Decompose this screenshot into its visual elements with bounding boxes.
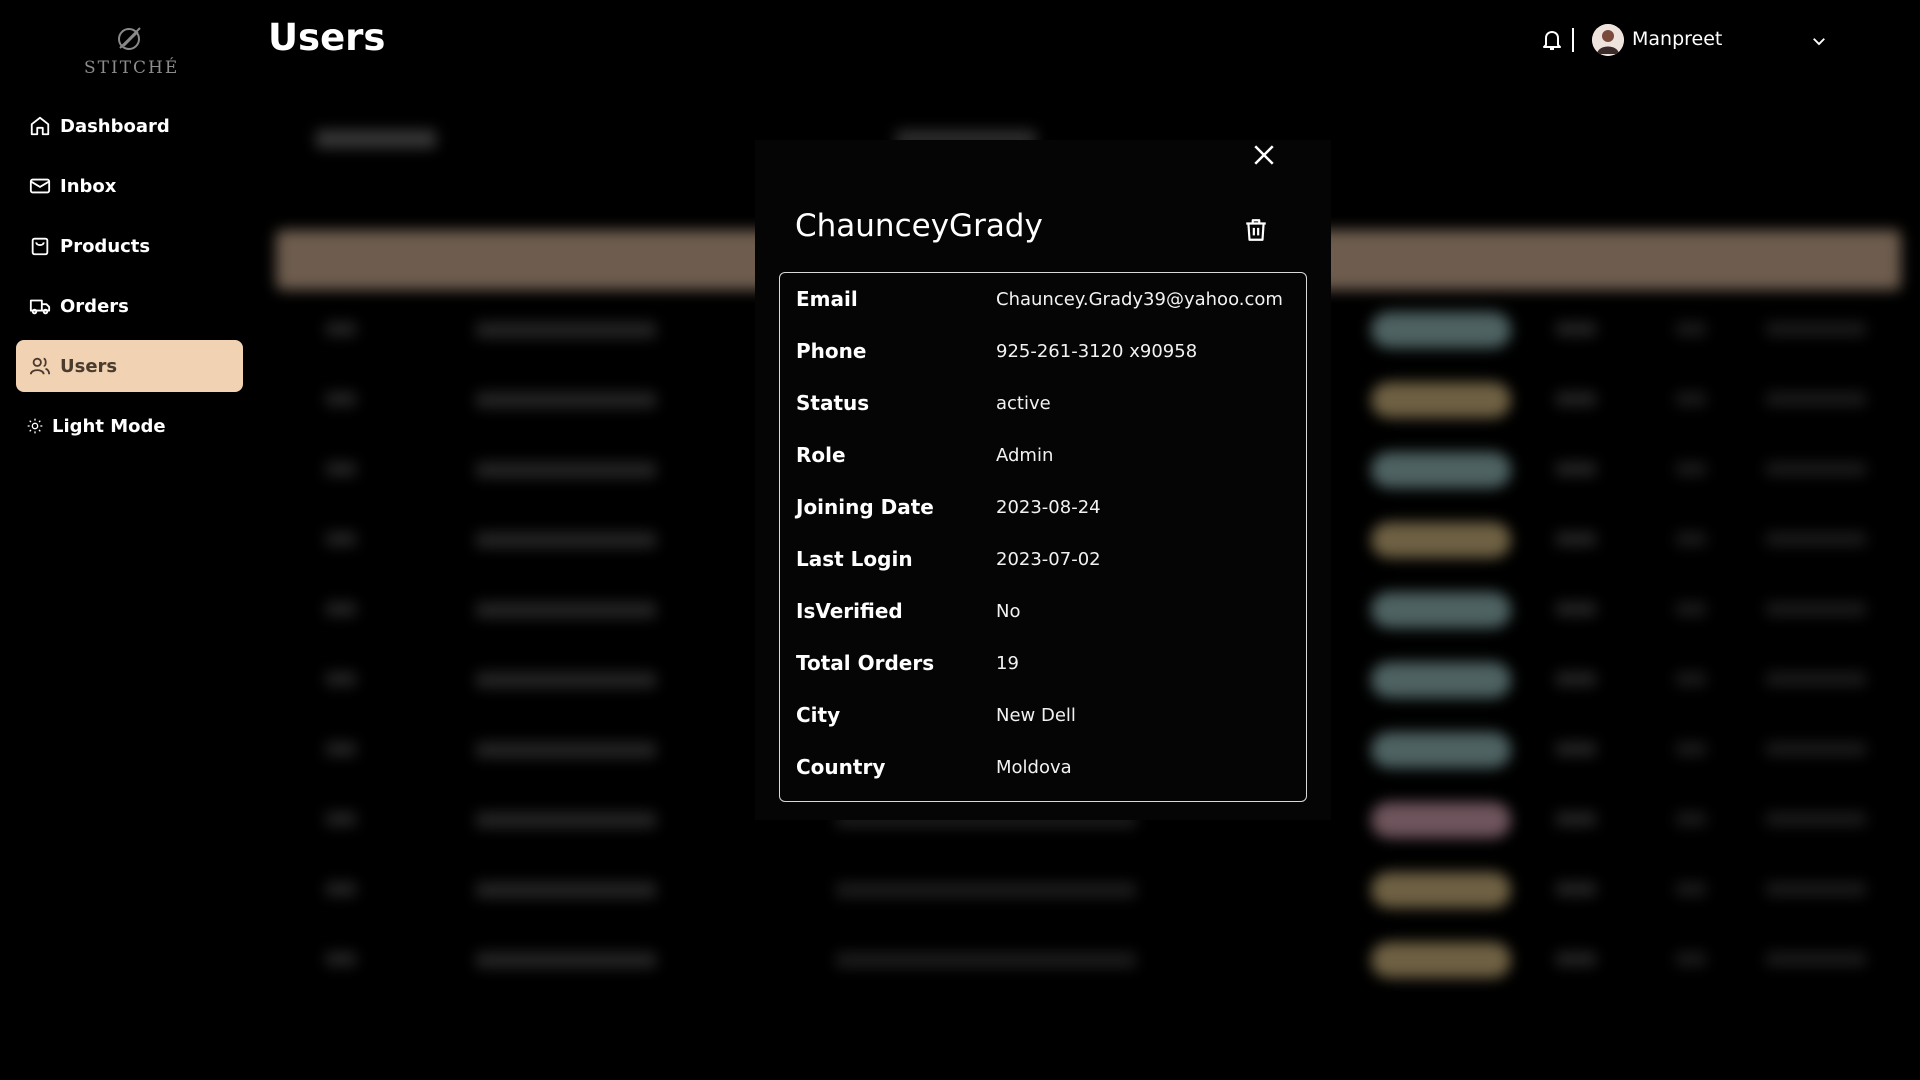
sidebar: STITCHÉ Dashboard Inbox Products Orders (0, 0, 260, 1080)
detail-label: Country (796, 755, 886, 779)
avatar-image (1592, 24, 1624, 56)
sidebar-item-label: Products (60, 235, 151, 257)
avatar[interactable] (1592, 24, 1624, 56)
detail-label: Email (796, 287, 858, 311)
detail-value: Chauncey.Grady39@yahoo.com (996, 289, 1283, 310)
background-placeholder (316, 130, 436, 148)
detail-row-email: Email Chauncey.Grady39@yahoo.com (780, 275, 1306, 327)
detail-value: 19 (996, 653, 1019, 674)
mail-icon (28, 174, 52, 198)
user-name[interactable]: Manpreet (1632, 28, 1722, 50)
trash-icon[interactable] (1243, 216, 1269, 244)
page-title: Users (268, 16, 386, 59)
brand-name: STITCHÉ (84, 58, 180, 78)
logo-mark-icon (118, 27, 141, 50)
detail-row-is-verified: IsVerified No (780, 587, 1306, 639)
users-icon (28, 354, 52, 378)
header-user-area: Manpreet (1500, 0, 1920, 80)
header-divider (1572, 28, 1574, 52)
detail-row-total-orders: Total Orders 19 (780, 639, 1306, 691)
detail-row-phone: Phone 925-261-3120 x90958 (780, 327, 1306, 379)
detail-row-country: Country Moldova (780, 743, 1306, 795)
detail-value: 925-261-3120 x90958 (996, 341, 1198, 362)
detail-row-joining-date: Joining Date 2023-08-24 (780, 483, 1306, 535)
detail-value: active (996, 393, 1051, 414)
detail-value: Admin (996, 445, 1054, 466)
detail-row-role: Role Admin (780, 431, 1306, 483)
detail-row-city: City New Dell (780, 691, 1306, 743)
background-table-row (276, 870, 1901, 910)
detail-label: Phone (796, 339, 867, 363)
brand-logo[interactable]: STITCHÉ (84, 24, 180, 78)
sidebar-item-dashboard[interactable]: Dashboard (16, 100, 243, 152)
detail-value: 2023-07-02 (996, 549, 1101, 570)
detail-label: Status (796, 391, 870, 415)
detail-value: 2023-08-24 (996, 497, 1101, 518)
sun-icon (26, 417, 44, 435)
home-icon (28, 114, 52, 138)
detail-label: Last Login (796, 547, 913, 571)
sidebar-item-label: Inbox (60, 175, 117, 197)
detail-value: No (996, 601, 1021, 622)
sidebar-item-label: Orders (60, 295, 129, 317)
modal-title: ChaunceyGrady (795, 208, 1043, 244)
user-details-list: Email Chauncey.Grady39@yahoo.com Phone 9… (779, 272, 1307, 802)
bell-icon[interactable] (1540, 28, 1564, 52)
detail-label: City (796, 703, 841, 727)
sidebar-item-orders[interactable]: Orders (16, 280, 243, 332)
background-table-row (276, 940, 1901, 980)
detail-row-last-login: Last Login 2023-07-02 (780, 535, 1306, 587)
sidebar-item-users[interactable]: Users (16, 340, 243, 392)
detail-value: New Dell (996, 705, 1076, 726)
detail-value: Moldova (996, 757, 1072, 778)
light-mode-label: Light Mode (52, 415, 166, 437)
detail-label: Role (796, 443, 846, 467)
sidebar-item-label: Users (60, 355, 118, 377)
detail-label: Total Orders (796, 651, 935, 675)
user-details-modal: ChaunceyGrady Email Chauncey.Grady39@yah… (755, 140, 1331, 820)
close-icon[interactable] (1249, 140, 1279, 170)
truck-icon (28, 294, 52, 318)
detail-label: Joining Date (796, 495, 934, 519)
detail-label: IsVerified (796, 599, 903, 623)
sidebar-item-inbox[interactable]: Inbox (16, 160, 243, 212)
bag-icon (28, 234, 52, 258)
chevron-down-icon[interactable] (1810, 32, 1828, 50)
sidebar-item-label: Dashboard (60, 115, 170, 137)
detail-row-status: Status active (780, 379, 1306, 431)
sidebar-item-products[interactable]: Products (16, 220, 243, 272)
sidebar-nav: Dashboard Inbox Products Orders Users Li… (16, 100, 243, 460)
light-mode-toggle[interactable]: Light Mode (16, 400, 243, 452)
